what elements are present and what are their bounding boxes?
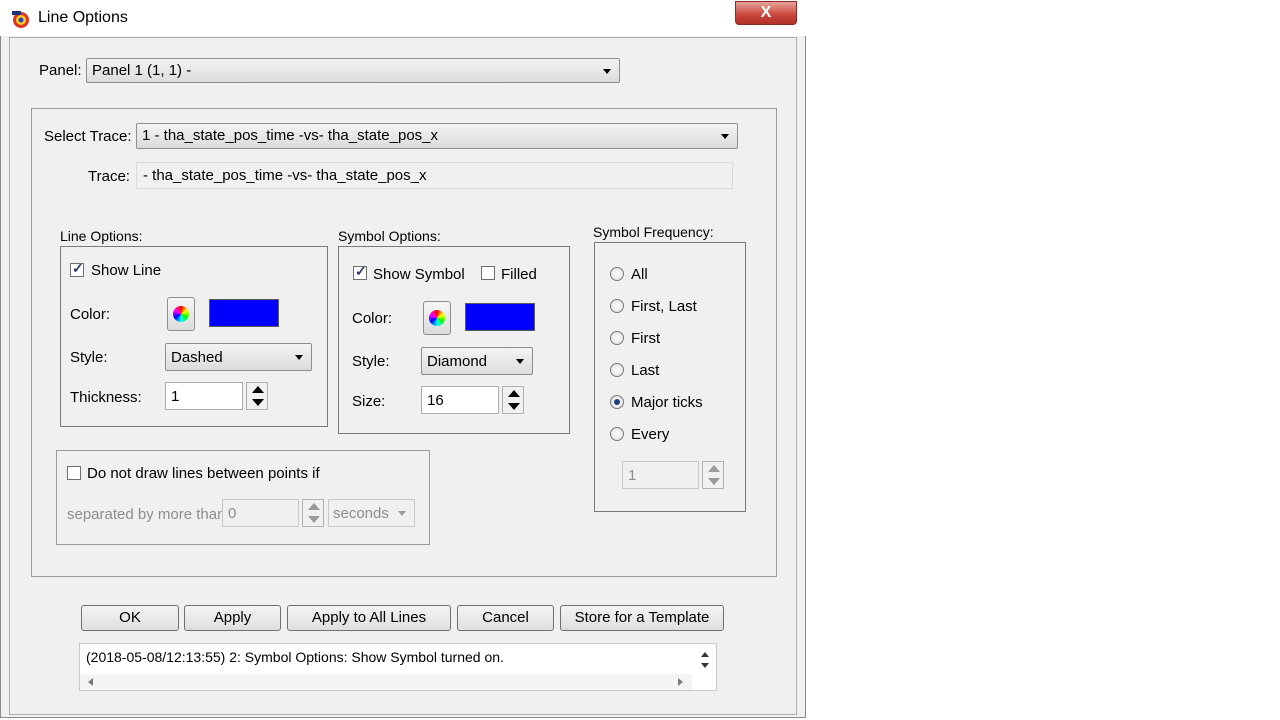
line-style-label: Style: bbox=[70, 349, 108, 366]
size-value: 16 bbox=[427, 392, 444, 409]
spin-down-icon[interactable] bbox=[508, 403, 520, 410]
filled-label: Filled bbox=[501, 266, 537, 283]
freq-label-first: First bbox=[631, 330, 661, 347]
symbol-color-picker-button[interactable] bbox=[423, 301, 451, 335]
color-wheel-icon bbox=[173, 306, 189, 322]
show-symbol-checkbox[interactable]: ✓ bbox=[353, 263, 367, 280]
spin-down-icon[interactable] bbox=[308, 516, 320, 523]
every-input[interactable]: 1 bbox=[622, 461, 699, 489]
scroll-left-icon[interactable] bbox=[88, 678, 93, 686]
thickness-input[interactable]: 1 bbox=[165, 382, 243, 410]
gap-value-input[interactable]: 0 bbox=[222, 499, 299, 527]
separated-label: separated by more than bbox=[67, 506, 226, 523]
app-icon bbox=[12, 11, 29, 28]
freq-radio-last[interactable] bbox=[610, 363, 624, 377]
chevron-down-icon bbox=[516, 359, 524, 364]
symbol-color-label: Color: bbox=[352, 310, 393, 327]
scroll-down-icon[interactable] bbox=[701, 663, 709, 668]
show-symbol-label: Show Symbol bbox=[373, 266, 465, 283]
chevron-down-icon bbox=[295, 355, 303, 360]
vertical-scrollbar[interactable] bbox=[696, 646, 714, 674]
trace-label: Trace: bbox=[88, 168, 130, 185]
size-stepper[interactable] bbox=[502, 386, 524, 414]
select-trace-value: 1 - tha_state_pos_time -vs- tha_state_po… bbox=[142, 127, 439, 144]
symbol-style-label: Style: bbox=[352, 353, 390, 370]
color-wheel-icon bbox=[429, 310, 445, 326]
line-style-value: Dashed bbox=[171, 349, 223, 366]
symbol-style-value: Diamond bbox=[427, 353, 488, 370]
freq-label-last: Last bbox=[631, 362, 660, 379]
show-line-label: Show Line bbox=[91, 262, 162, 279]
cancel-button[interactable]: Cancel bbox=[457, 605, 554, 631]
gap-checkbox[interactable] bbox=[67, 466, 81, 480]
freq-radio-every[interactable] bbox=[610, 427, 624, 441]
line-style-select[interactable]: Dashed bbox=[165, 343, 312, 371]
spin-up-icon[interactable] bbox=[508, 390, 520, 397]
chevron-down-icon bbox=[398, 511, 406, 516]
spin-up-icon[interactable] bbox=[252, 386, 264, 393]
show-line-checkbox[interactable]: ✓ bbox=[70, 260, 84, 277]
symbol-options-title: Symbol Options: bbox=[338, 228, 441, 244]
spin-down-icon[interactable] bbox=[252, 399, 264, 406]
checkmark-icon: ✓ bbox=[355, 263, 367, 279]
store-for-template-button[interactable]: Store for a Template bbox=[560, 605, 724, 631]
select-trace-dropdown[interactable]: 1 - tha_state_pos_time -vs- tha_state_po… bbox=[136, 123, 738, 149]
thickness-label: Thickness: bbox=[70, 389, 142, 406]
thickness-value: 1 bbox=[171, 388, 180, 405]
freq-label-all: All bbox=[631, 266, 648, 283]
gap-unit-value: seconds bbox=[333, 505, 389, 522]
chevron-down-icon bbox=[721, 134, 729, 139]
filled-checkbox[interactable] bbox=[481, 266, 495, 280]
freq-label-major-ticks: Major ticks bbox=[631, 394, 703, 411]
window-title: Line Options bbox=[38, 9, 128, 26]
freq-radio-first[interactable] bbox=[610, 331, 624, 345]
close-icon: X bbox=[760, 4, 772, 21]
freq-label-first-last: First, Last bbox=[631, 298, 697, 315]
trace-value: - tha_state_pos_time -vs- tha_state_pos_… bbox=[143, 167, 427, 184]
panel-select[interactable]: Panel 1 (1, 1) - bbox=[86, 58, 620, 83]
spin-down-icon[interactable] bbox=[708, 478, 720, 485]
scroll-right-icon[interactable] bbox=[678, 678, 683, 686]
select-trace-label: Select Trace: bbox=[44, 128, 132, 145]
status-log-text: (2018-05-08/12:13:55) 2: Symbol Options:… bbox=[86, 649, 504, 665]
size-label: Size: bbox=[352, 393, 386, 410]
gap-value-stepper[interactable] bbox=[302, 499, 324, 527]
apply-to-all-lines-button[interactable]: Apply to All Lines bbox=[287, 605, 451, 631]
thickness-stepper[interactable] bbox=[246, 382, 268, 410]
symbol-frequency-title: Symbol Frequency: bbox=[593, 224, 714, 240]
chevron-down-icon bbox=[603, 69, 611, 74]
line-color-label: Color: bbox=[70, 306, 111, 323]
horizontal-scrollbar[interactable] bbox=[80, 674, 692, 690]
ok-button[interactable]: OK bbox=[81, 605, 179, 631]
close-button[interactable]: X bbox=[735, 1, 797, 25]
freq-radio-major-ticks[interactable] bbox=[610, 395, 624, 409]
panel-label: Panel: bbox=[39, 62, 82, 79]
every-stepper[interactable] bbox=[702, 461, 724, 489]
gap-unit-select[interactable]: seconds bbox=[328, 499, 415, 527]
line-color-swatch[interactable] bbox=[209, 299, 279, 327]
apply-button[interactable]: Apply bbox=[184, 605, 281, 631]
radio-selected-dot bbox=[614, 399, 620, 405]
trace-field: - tha_state_pos_time -vs- tha_state_pos_… bbox=[136, 162, 733, 189]
symbol-style-select[interactable]: Diamond bbox=[421, 347, 533, 375]
line-options-title: Line Options: bbox=[60, 228, 143, 244]
freq-radio-first-last[interactable] bbox=[610, 299, 624, 313]
gap-value: 0 bbox=[228, 505, 237, 522]
spin-up-icon[interactable] bbox=[708, 465, 720, 472]
checkmark-icon: ✓ bbox=[72, 260, 84, 276]
symbol-color-swatch[interactable] bbox=[465, 303, 535, 331]
size-input[interactable]: 16 bbox=[421, 386, 499, 414]
panel-select-value: Panel 1 (1, 1) - bbox=[92, 62, 192, 79]
scroll-up-icon[interactable] bbox=[701, 652, 709, 657]
line-color-picker-button[interactable] bbox=[167, 297, 195, 331]
every-value: 1 bbox=[628, 467, 637, 484]
status-log[interactable]: (2018-05-08/12:13:55) 2: Symbol Options:… bbox=[79, 643, 717, 691]
freq-label-every: Every bbox=[631, 426, 670, 443]
spin-up-icon[interactable] bbox=[308, 503, 320, 510]
gap-checkbox-label: Do not draw lines between points if bbox=[87, 465, 320, 482]
freq-radio-all[interactable] bbox=[610, 267, 624, 281]
